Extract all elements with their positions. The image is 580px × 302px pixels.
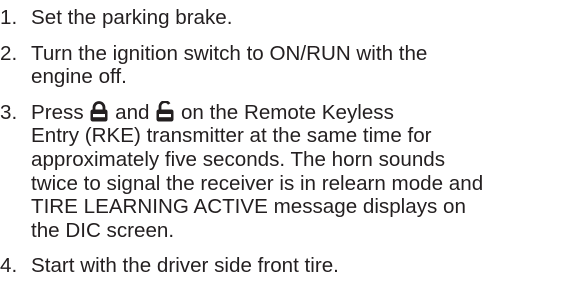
step-text: Entry (RKE) transmitter at the same time…	[31, 124, 432, 148]
step-number: 3.	[0, 100, 18, 124]
step-text: TIRE LEARNING ACTIVE message displays on	[31, 195, 466, 219]
step-text-first-line: Press and on the Remote Keyless	[31, 100, 580, 125]
step-text: Set the parking brake.	[31, 6, 233, 29]
step-2: 2. Turn the ignition switch to ON/RUN wi…	[0, 42, 580, 89]
step-text-middle: and	[115, 100, 150, 124]
step-text: Start with the driver side front tire.	[31, 254, 339, 278]
lock-icon	[90, 100, 108, 122]
step-3: 3. Press and on the Remote Keyless Entry…	[0, 100, 580, 243]
step-text: the DIC screen.	[31, 218, 175, 242]
step-text: approximately five seconds. The horn sou…	[31, 147, 446, 171]
step-text-suffix: on the Remote Keyless	[180, 100, 394, 124]
step-text: twice to signal the receiver is in relea…	[31, 171, 484, 195]
step-4: 4. Start with the driver side front tire…	[0, 254, 580, 278]
unlock-icon	[156, 100, 174, 122]
instruction-list: 1. Set the parking brake. 2. Turn the ig…	[0, 0, 580, 302]
step-text: engine off.	[31, 65, 127, 89]
step-text: Turn the ignition switch to ON/RUN with …	[31, 41, 428, 65]
step-number: 4.	[0, 254, 18, 278]
step-1: 1. Set the parking brake.	[0, 6, 580, 30]
step-number: 2.	[0, 41, 18, 65]
step-number: 1.	[0, 6, 18, 29]
step-text-prefix: Press	[31, 100, 84, 124]
